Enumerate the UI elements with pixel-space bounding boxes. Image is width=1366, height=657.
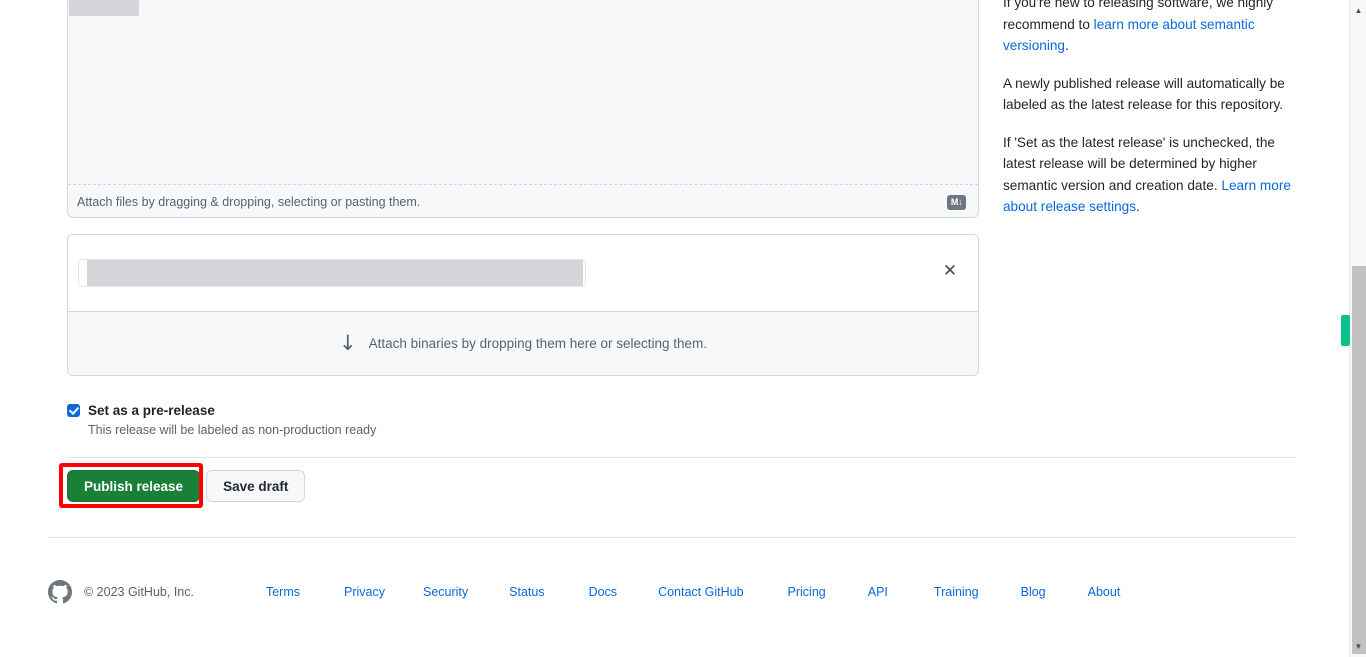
footer-links: Terms Privacy Security Status Docs Conta… <box>266 585 1120 599</box>
help-text-1-end: . <box>1064 38 1069 53</box>
prerelease-row: Set as a pre-release <box>67 403 767 418</box>
footer-link-privacy[interactable]: Privacy <box>344 585 385 599</box>
release-assets-box: ✕ ↓ Attach binaries by dropping them her… <box>67 234 979 376</box>
redacted-asset-name <box>87 260 583 286</box>
prerelease-description: This release will be labeled as non-prod… <box>88 423 377 437</box>
redacted-content-block <box>69 0 139 16</box>
footer-link-api[interactable]: API <box>868 585 888 599</box>
scrollbar-find-marker <box>1341 315 1350 346</box>
github-mark-icon <box>48 580 72 604</box>
binaries-dropzone-label: Attach binaries by dropping them here or… <box>368 336 708 351</box>
prerelease-checkbox[interactable] <box>67 404 80 417</box>
footer-link-docs[interactable]: Docs <box>589 585 617 599</box>
help-text-3-end: . <box>1136 199 1140 214</box>
footer-link-status[interactable]: Status <box>509 585 544 599</box>
publish-release-button[interactable]: Publish release <box>67 470 201 502</box>
attach-files-hint: Attach files by dragging & dropping, sel… <box>77 195 421 209</box>
form-actions: Publish release Save draft <box>67 470 306 502</box>
prerelease-section: Set as a pre-release This release will b… <box>67 403 767 437</box>
help-paragraph-settings: If 'Set as the latest release' is unchec… <box>1003 132 1295 218</box>
footer-link-training[interactable]: Training <box>934 585 979 599</box>
footer-link-about[interactable]: About <box>1088 585 1121 599</box>
prerelease-label: Set as a pre-release <box>88 403 215 418</box>
footer-divider <box>48 537 1295 538</box>
help-paragraph-versioning: If you're new to releasing software, we … <box>1003 0 1295 57</box>
footer-link-terms[interactable]: Terms <box>266 585 300 599</box>
footer-link-contact-github[interactable]: Contact GitHub <box>658 585 743 599</box>
footer-link-security[interactable]: Security <box>423 585 468 599</box>
remove-asset-button[interactable]: ✕ <box>940 261 960 281</box>
footer-link-pricing[interactable]: Pricing <box>788 585 826 599</box>
markdown-icon: M↓ <box>947 194 966 210</box>
release-help-sidebar: If you're new to releasing software, we … <box>1003 0 1295 234</box>
help-paragraph-latest: A newly published release will automatic… <box>1003 75 1285 113</box>
editor-attach-bar[interactable]: Attach files by dragging & dropping, sel… <box>68 186 978 218</box>
asset-row: ✕ <box>68 235 978 311</box>
asset-name-input[interactable] <box>78 259 586 287</box>
page-root: Attach files by dragging & dropping, sel… <box>0 0 1366 657</box>
arrow-down-icon: ↓ <box>338 331 357 355</box>
scroll-down-arrow-icon[interactable]: ▼ <box>1350 638 1366 655</box>
page-footer: © 2023 GitHub, Inc. Terms Privacy Securi… <box>48 580 1295 604</box>
footer-link-blog[interactable]: Blog <box>1021 585 1046 599</box>
copyright-text: © 2023 GitHub, Inc. <box>84 585 194 599</box>
editor-divider <box>68 184 978 185</box>
actions-divider <box>68 457 1295 458</box>
binaries-dropzone[interactable]: ↓ Attach binaries by dropping them here … <box>68 311 978 375</box>
scrollbar-thumb[interactable] <box>1352 266 1366 654</box>
browser-scrollbar[interactable]: ▲ ▼ <box>1349 0 1366 657</box>
scroll-up-arrow-icon[interactable]: ▲ <box>1350 2 1366 19</box>
save-draft-button[interactable]: Save draft <box>206 470 306 502</box>
